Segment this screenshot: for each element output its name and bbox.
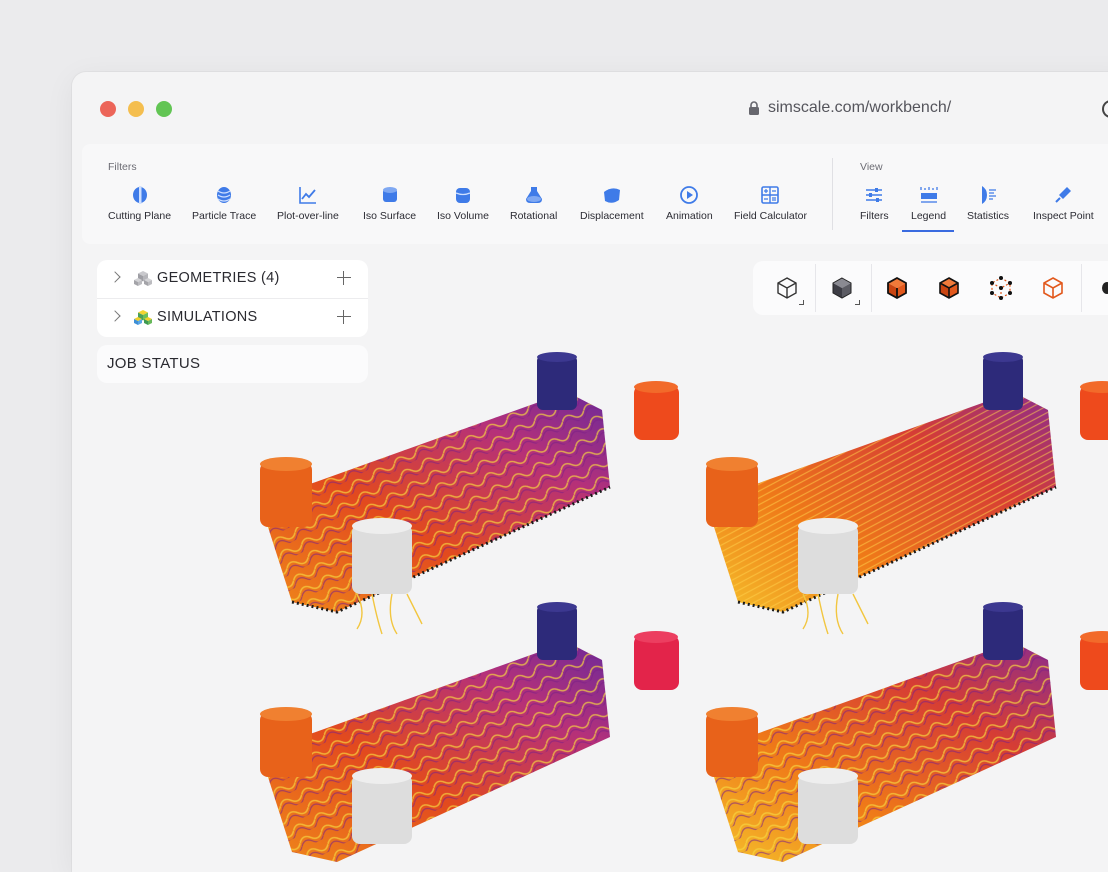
inspect-point-button[interactable]: Inspect Point	[1033, 184, 1094, 223]
close-window-button[interactable]	[100, 101, 116, 117]
inspect-point-label: Inspect Point	[1033, 210, 1094, 222]
tree-item-geometries[interactable]: GEOMETRIES (4)	[97, 260, 368, 298]
plot-over-line-icon	[299, 187, 316, 204]
displacement-button[interactable]: Displacement	[580, 184, 644, 223]
geometries-icon	[134, 271, 152, 286]
3d-viewport[interactable]	[172, 352, 1108, 872]
particle-trace-button[interactable]: Particle Trace	[192, 184, 256, 223]
view-divider	[1081, 264, 1082, 312]
view-divider	[815, 264, 816, 312]
corner-marker	[855, 300, 860, 305]
plot-over-line-label: Plot-over-line	[277, 210, 339, 222]
particle-trace-label: Particle Trace	[192, 210, 257, 222]
pipette-icon	[1055, 187, 1072, 203]
simulations-icon	[134, 310, 152, 325]
legend-icon	[919, 187, 938, 203]
displacement-label: Displacement	[580, 210, 644, 222]
flow-model-top-right	[706, 352, 1108, 635]
address-bar[interactable]: simscale.com/workbench/	[748, 99, 951, 117]
geometries-label: GEOMETRIES	[157, 270, 257, 286]
toolbar-divider	[832, 158, 833, 230]
iso-surface-label: Iso Surface	[363, 210, 417, 222]
reload-icon[interactable]	[1102, 100, 1108, 118]
model-tree: GEOMETRIES (4) SIMULATIONS	[97, 260, 368, 337]
cutting-plane-icon	[132, 186, 147, 204]
chevron-right-icon[interactable]	[109, 310, 121, 322]
iso-volume-label: Iso Volume	[437, 210, 489, 222]
filters-group-label: Filters	[108, 161, 137, 173]
flow-model-bottom-left	[260, 602, 679, 862]
url-text: simscale.com/workbench/	[768, 99, 952, 116]
iso-surface-button[interactable]: Iso Surface	[363, 184, 416, 223]
displacement-icon	[603, 188, 620, 203]
legend-button[interactable]: Legend	[911, 184, 946, 223]
cutting-plane-label: Cutting Plane	[108, 210, 172, 222]
view-filters-label: Filters	[860, 210, 889, 222]
geometries-count: (4)	[261, 270, 280, 286]
view-group-label: View	[860, 161, 883, 173]
orange-solid-view-icon[interactable]	[883, 274, 911, 302]
wireframe-view-icon[interactable]	[773, 274, 801, 302]
orange-wireframe-view-icon[interactable]	[1039, 274, 1067, 302]
cutting-plane-button[interactable]: Cutting Plane	[108, 184, 171, 223]
browser-titlebar: simscale.com/workbench/	[72, 72, 1108, 144]
statistics-button[interactable]: Statistics	[967, 184, 1009, 223]
flow-model-top-left	[260, 352, 679, 635]
browser-window: simscale.com/workbench/ Filters View Cut…	[72, 72, 1108, 872]
rotational-button[interactable]: Rotational	[510, 184, 557, 223]
points-view-icon[interactable]	[987, 274, 1015, 302]
add-geometry-button[interactable]	[336, 270, 352, 286]
geometries-text: GEOMETRIES (4)	[157, 270, 280, 286]
orange-edges-view-icon[interactable]	[935, 274, 963, 302]
field-calculator-label: Field Calculator	[734, 210, 807, 222]
field-calculator-button[interactable]: Field Calculator	[734, 184, 807, 223]
rotational-label: Rotational	[510, 210, 558, 222]
particle-trace-icon	[217, 187, 232, 203]
legend-active-indicator	[902, 230, 954, 232]
simulation-render	[260, 352, 1108, 862]
chevron-right-icon[interactable]	[109, 271, 121, 283]
view-filters-button[interactable]: Filters	[860, 184, 889, 223]
tree-item-simulations[interactable]: SIMULATIONS	[97, 298, 368, 337]
statistics-label: Statistics	[967, 210, 1010, 222]
animation-label: Animation	[666, 210, 713, 222]
rotational-icon	[525, 187, 542, 203]
field-calculator-icon	[761, 186, 780, 204]
more-view-icon[interactable]	[1093, 274, 1108, 302]
iso-volume-icon	[455, 188, 471, 203]
iso-volume-button[interactable]: Iso Volume	[437, 184, 489, 223]
minimize-window-button[interactable]	[128, 101, 144, 117]
add-simulation-button[interactable]	[336, 309, 352, 325]
lock-icon	[749, 100, 759, 115]
post-processing-toolbar: Filters View Cutting Plane Particle Trac…	[82, 144, 1108, 244]
corner-marker	[799, 300, 804, 305]
maximize-window-button[interactable]	[156, 101, 172, 117]
view-divider	[871, 264, 872, 312]
solid-view-icon[interactable]	[828, 274, 856, 302]
plot-over-line-button[interactable]: Plot-over-line	[277, 184, 339, 223]
statistics-icon	[982, 186, 996, 204]
flow-model-bottom-right	[706, 602, 1108, 862]
sliders-icon	[866, 188, 883, 202]
animation-button[interactable]: Animation	[666, 184, 713, 223]
animation-icon	[680, 186, 699, 204]
simulations-label: SIMULATIONS	[157, 309, 258, 325]
iso-surface-icon	[382, 187, 397, 202]
legend-label: Legend	[911, 210, 947, 222]
view-mode-bar	[753, 261, 1108, 315]
